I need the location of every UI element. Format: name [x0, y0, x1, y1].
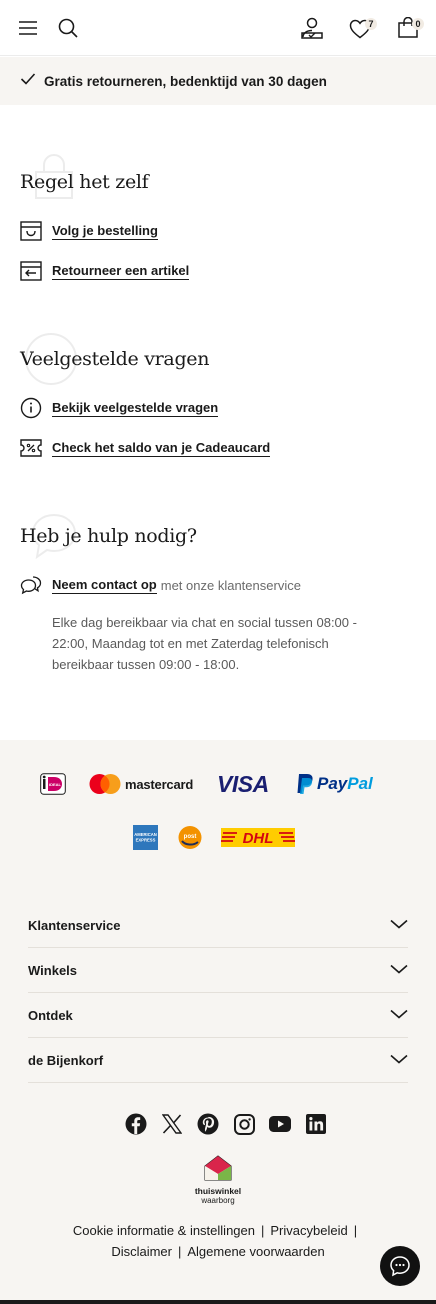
- thuiswinkel-waarborg-badge[interactable]: thuiswinkel waarborg: [191, 1154, 245, 1205]
- giftcard-link-row[interactable]: Check het saldo van je Cadeaucard: [20, 436, 271, 460]
- legal-links-line-1: Cookie informatie & instellingen | Privacy…: [0, 1223, 436, 1238]
- postnl-logo: post: [178, 825, 204, 850]
- box-icon: [20, 220, 42, 242]
- accordion-de-bijenkorf[interactable]: de Bijenkorf: [28, 1038, 408, 1083]
- footer: iDEAL mastercard VISA Pay Pal AMERICAN EXP…: [0, 740, 436, 1304]
- help-title: Heb je hulp nodig?: [20, 525, 197, 547]
- chat-bubble-icon: [20, 574, 42, 596]
- svg-text:AMERICAN: AMERICAN: [134, 832, 157, 837]
- facebook-icon[interactable]: [118, 1112, 154, 1136]
- usp-bar: Gratis retourneren, bedenktijd van 30 da…: [0, 57, 436, 105]
- accordion-label: Winkels: [28, 962, 78, 978]
- youtube-icon[interactable]: [262, 1112, 298, 1136]
- accordion-label: Klantenservice: [28, 917, 121, 933]
- checkmark-icon: [20, 72, 36, 91]
- chevron-down-icon: [390, 916, 408, 934]
- return-icon: [20, 260, 42, 282]
- self-service-title: Regel het zelf: [20, 171, 149, 193]
- paypal-pay-text: Pay: [317, 774, 348, 793]
- dhl-text: DHL: [243, 830, 274, 847]
- chevron-down-icon: [390, 961, 408, 979]
- legal-separator: |: [177, 1244, 182, 1259]
- accordion-label: Ontdek: [28, 1007, 73, 1023]
- pinterest-icon[interactable]: [190, 1112, 226, 1136]
- legal-separator: |: [353, 1223, 358, 1238]
- cookie-settings-link[interactable]: Cookie informatie & instellingen: [73, 1223, 255, 1238]
- bottom-edge: [0, 1300, 436, 1304]
- giftcard-icon: [20, 437, 42, 459]
- svg-text:post: post: [184, 834, 197, 840]
- linkedin-icon[interactable]: [298, 1112, 334, 1136]
- ideal-logo: iDEAL: [40, 773, 66, 795]
- thuiswinkel-house-icon: [204, 1155, 232, 1181]
- info-icon: [20, 397, 42, 419]
- return-item-link-row[interactable]: Retourneer een artikel: [20, 259, 190, 283]
- disclaimer-link[interactable]: Disclaimer: [111, 1244, 172, 1259]
- bag-count-badge: 0: [412, 18, 424, 30]
- chevron-down-icon: [390, 1006, 408, 1024]
- faq-link[interactable]: Bekijk veelgestelde vragen: [52, 400, 219, 417]
- accordion-ontdek[interactable]: Ontdek: [28, 993, 408, 1038]
- visa-logo: VISA: [217, 771, 269, 798]
- contact-link-row[interactable]: Neem contact op met onze klantenservice: [20, 573, 301, 597]
- social-links: [118, 1112, 334, 1136]
- contact-suffix: met onze klantenservice: [160, 577, 301, 593]
- menu-icon[interactable]: [16, 16, 40, 40]
- chevron-down-icon: [390, 1051, 408, 1069]
- chat-icon: [390, 1256, 410, 1277]
- return-item-link[interactable]: Retourneer een artikel: [52, 263, 190, 280]
- usp-text: Gratis retourneren, bedenktijd van 30 da…: [44, 73, 327, 89]
- account-icon[interactable]: [299, 15, 325, 41]
- dhl-logo: DHL: [221, 828, 295, 847]
- accordion-label: de Bijenkorf: [28, 1052, 104, 1068]
- accordion-klantenservice[interactable]: Klantenservice: [28, 903, 408, 948]
- track-order-link-row[interactable]: Volg je bestelling: [20, 219, 158, 243]
- instagram-icon[interactable]: [226, 1112, 262, 1136]
- thuiswinkel-name: thuiswinkel: [194, 1186, 242, 1196]
- x-icon[interactable]: [154, 1112, 190, 1136]
- svg-text:EXPRESS: EXPRESS: [136, 838, 156, 843]
- search-icon[interactable]: [56, 16, 80, 40]
- amex-logo: AMERICAN EXPRESS: [133, 825, 158, 850]
- mastercard-logo: mastercard: [89, 773, 193, 795]
- faq-title: Veelgestelde vragen: [20, 348, 210, 370]
- header: 7 0: [0, 0, 436, 56]
- paypal-logo: Pay Pal: [296, 773, 373, 795]
- legal-links-line-2: Disclaimer | Algemene voorwaarden: [0, 1244, 436, 1259]
- wishlist-count-badge: 7: [365, 18, 377, 30]
- legal-separator: |: [261, 1223, 265, 1238]
- ideal-logo-text: iDEAL: [49, 782, 62, 787]
- chat-button[interactable]: [380, 1246, 420, 1286]
- visa-text: VISA: [217, 771, 269, 797]
- paypal-pal-text: Pal: [347, 774, 373, 793]
- contact-link[interactable]: Neem contact op: [52, 577, 157, 594]
- privacy-link[interactable]: Privacybeleid: [270, 1223, 347, 1238]
- giftcard-link[interactable]: Check het saldo van je Cadeaucard: [52, 440, 271, 457]
- accordion-winkels[interactable]: Winkels: [28, 948, 408, 993]
- faq-link-row[interactable]: Bekijk veelgestelde vragen: [20, 396, 219, 420]
- mastercard-text: mastercard: [125, 776, 194, 792]
- track-order-link[interactable]: Volg je bestelling: [52, 223, 158, 240]
- opening-hours-text: Elke dag bereikbaar via chat en social t…: [52, 615, 357, 672]
- thuiswinkel-sub: waarborg: [201, 1196, 235, 1205]
- terms-link[interactable]: Algemene voorwaarden: [187, 1244, 324, 1259]
